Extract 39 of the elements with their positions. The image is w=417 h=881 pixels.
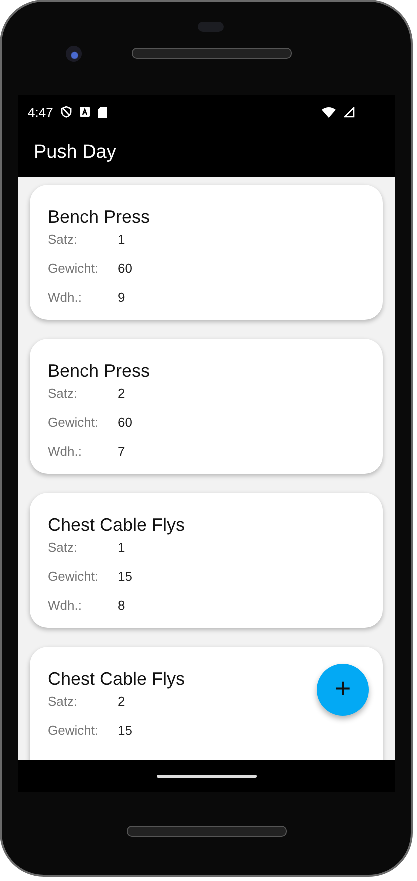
app-notification-icon bbox=[80, 107, 90, 117]
field-label: Gewicht: bbox=[48, 569, 100, 584]
field-label: Satz: bbox=[48, 232, 79, 247]
field-label: Gewicht: bbox=[48, 415, 100, 430]
exercise-name: Bench Press bbox=[48, 361, 150, 382]
field-value: 1 bbox=[118, 540, 126, 555]
status-time: 4:47 bbox=[28, 104, 54, 120]
exercise-name: Bench Press bbox=[48, 207, 150, 228]
field-value: 15 bbox=[118, 569, 132, 584]
field-value: 60 bbox=[118, 261, 132, 276]
field-value: 7 bbox=[118, 444, 126, 459]
set-card[interactable]: Chest Cable Flys Satz: 1 Gewicht: 15 Wdh.: 8 bbox=[30, 493, 383, 628]
home-gesture-bar[interactable] bbox=[156, 774, 256, 778]
field-value: 2 bbox=[118, 386, 126, 401]
sd-card-icon bbox=[98, 106, 108, 118]
app-bar-title: Push Day bbox=[34, 142, 116, 164]
field-label: Satz: bbox=[48, 694, 79, 709]
sensor-icon bbox=[198, 22, 224, 32]
set-card[interactable]: Bench Press Satz: 1 Gewicht: 60 Wdh.: 9 bbox=[30, 185, 383, 320]
signal-icon bbox=[344, 106, 355, 118]
field-label: Wdh.: bbox=[48, 444, 83, 459]
camera-icon bbox=[66, 46, 82, 62]
field-value: 1 bbox=[118, 232, 126, 247]
field-label: Wdh.: bbox=[48, 598, 83, 613]
shield-icon bbox=[61, 106, 72, 118]
field-label: Gewicht: bbox=[48, 261, 100, 276]
field-label: Gewicht: bbox=[48, 723, 100, 738]
exercise-name: Chest Cable Flys bbox=[48, 669, 186, 690]
field-value: 2 bbox=[118, 694, 126, 709]
field-label: Satz: bbox=[48, 386, 79, 401]
field-label: Wdh.: bbox=[48, 290, 83, 305]
set-card[interactable]: Bench Press Satz: 2 Gewicht: 60 Wdh.: 7 bbox=[30, 339, 383, 474]
field-value: 9 bbox=[118, 290, 126, 305]
exercise-name: Chest Cable Flys bbox=[48, 515, 186, 536]
field-value: 15 bbox=[118, 723, 132, 738]
field-value: 60 bbox=[118, 415, 132, 430]
field-label: Satz: bbox=[48, 540, 79, 555]
wifi-icon bbox=[322, 106, 336, 118]
field-value: 8 bbox=[118, 598, 126, 613]
